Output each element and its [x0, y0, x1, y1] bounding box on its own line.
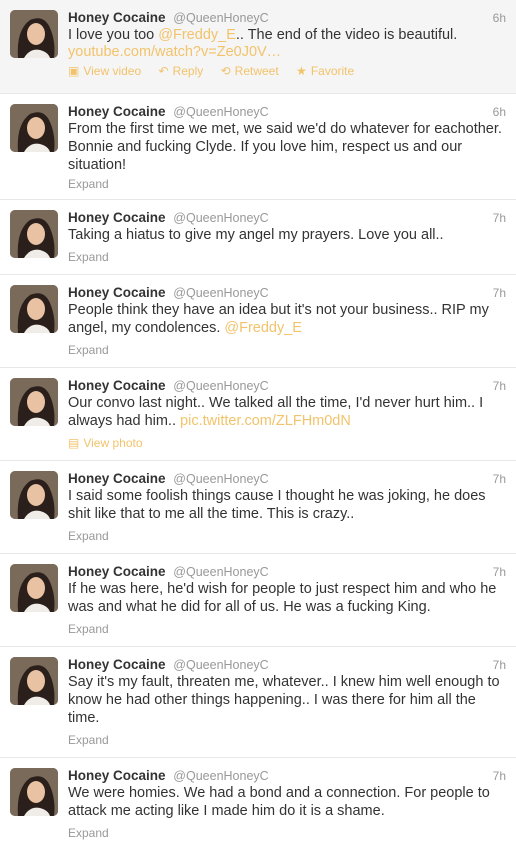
- reply-label: Reply: [172, 64, 204, 78]
- view-photo-label: View photo: [83, 436, 143, 450]
- tweet-header: Honey Cocaine @QueenHoneyC 7h: [68, 767, 506, 785]
- tweet[interactable]: Honey Cocaine @QueenHoneyC 6h From the f…: [0, 94, 516, 200]
- tweet-text: If he was here, he'd wish for people to …: [68, 581, 497, 615]
- user-name[interactable]: Honey Cocaine: [68, 104, 166, 119]
- user-handle[interactable]: @QueenHoneyC: [173, 286, 268, 300]
- timestamp[interactable]: 7h: [493, 767, 506, 785]
- avatar[interactable]: [10, 378, 58, 426]
- timestamp[interactable]: 7h: [493, 284, 506, 302]
- favorite-button[interactable]: ★ Favorite: [296, 64, 354, 78]
- tweet-text: Our convo last night.. We talked all the…: [68, 394, 506, 430]
- tweet-text: I said some foolish things cause I thoug…: [68, 488, 486, 522]
- reply-icon: ↶: [158, 64, 169, 78]
- user-name[interactable]: Honey Cocaine: [68, 210, 166, 225]
- avatar[interactable]: [10, 768, 58, 816]
- user-handle[interactable]: @QueenHoneyC: [173, 379, 268, 393]
- avatar[interactable]: [10, 10, 58, 58]
- user-name[interactable]: Honey Cocaine: [68, 378, 166, 393]
- photo-icon: ▤: [68, 436, 80, 450]
- timestamp[interactable]: 7h: [493, 470, 506, 488]
- tweet-text: We were homies. We had a bond and a conn…: [68, 785, 490, 819]
- avatar[interactable]: [10, 210, 58, 258]
- retweet-button[interactable]: ⟲ Retweet: [221, 64, 279, 78]
- expand-button[interactable]: Expand: [68, 528, 109, 544]
- expand-button[interactable]: Expand: [68, 342, 109, 358]
- view-video-label: View video: [83, 64, 142, 78]
- user-name[interactable]: Honey Cocaine: [68, 285, 166, 300]
- tweet[interactable]: Honey Cocaine @QueenHoneyC 7h People thi…: [0, 275, 516, 368]
- user-name[interactable]: Honey Cocaine: [68, 657, 166, 672]
- tweet-header: Honey Cocaine @QueenHoneyC 7h: [68, 470, 506, 488]
- pic-link[interactable]: pic.twitter.com/ZLFHm0dN: [180, 413, 351, 429]
- tweet[interactable]: Honey Cocaine @QueenHoneyC 7h Taking a h…: [0, 200, 516, 275]
- mention-link[interactable]: @Freddy_E: [158, 27, 236, 43]
- tweet[interactable]: Honey Cocaine @QueenHoneyC 6h I love you…: [0, 0, 516, 94]
- tweet[interactable]: Honey Cocaine @QueenHoneyC 7h Say it's m…: [0, 647, 516, 758]
- video-icon: ▣: [68, 64, 80, 78]
- tweet-header: Honey Cocaine @QueenHoneyC 7h: [68, 563, 506, 581]
- avatar[interactable]: [10, 104, 58, 152]
- user-name[interactable]: Honey Cocaine: [68, 768, 166, 783]
- favorite-icon: ★: [296, 64, 307, 78]
- view-photo-button[interactable]: ▤ View photo: [68, 435, 143, 451]
- user-name[interactable]: Honey Cocaine: [68, 471, 166, 486]
- tweet[interactable]: Honey Cocaine @QueenHoneyC 7h We were ho…: [0, 758, 516, 847]
- timestamp[interactable]: 7h: [493, 563, 506, 581]
- tweet-text: From the first time we met, we said we'd…: [68, 121, 502, 173]
- user-handle[interactable]: @QueenHoneyC: [173, 105, 268, 119]
- expand-button[interactable]: Expand: [68, 176, 109, 192]
- avatar[interactable]: [10, 564, 58, 612]
- view-video-button[interactable]: ▣ View video: [68, 64, 141, 78]
- expand-button[interactable]: Expand: [68, 732, 109, 748]
- tweet[interactable]: Honey Cocaine @QueenHoneyC 7h If he was …: [0, 554, 516, 647]
- timestamp[interactable]: 6h: [493, 9, 506, 27]
- expand-button[interactable]: Expand: [68, 621, 109, 637]
- tweet-header: Honey Cocaine @QueenHoneyC 7h: [68, 284, 506, 302]
- user-handle[interactable]: @QueenHoneyC: [173, 769, 268, 783]
- timestamp[interactable]: 6h: [493, 103, 506, 121]
- tweet-header: Honey Cocaine @QueenHoneyC 7h: [68, 209, 506, 227]
- favorite-label: Favorite: [310, 64, 355, 78]
- reply-button[interactable]: ↶ Reply: [159, 64, 204, 78]
- user-handle[interactable]: @QueenHoneyC: [173, 211, 268, 225]
- tweet[interactable]: Honey Cocaine @QueenHoneyC 7h Our convo …: [0, 368, 516, 461]
- tweet-url[interactable]: youtube.com/watch?v=Ze0J0V…: [68, 44, 281, 60]
- youtube-link[interactable]: youtube.com/watch?v=Ze0J0V…: [68, 44, 281, 60]
- user-handle[interactable]: @QueenHoneyC: [173, 565, 268, 579]
- tweet-text-part: I love you too: [68, 27, 159, 43]
- tweet-header: Honey Cocaine @QueenHoneyC 6h: [68, 103, 506, 121]
- avatar[interactable]: [10, 471, 58, 519]
- tweet-header: Honey Cocaine @QueenHoneyC 7h: [68, 377, 506, 395]
- retweet-label: Retweet: [234, 64, 279, 78]
- tweet-actions: ▣ View video ↶ Reply ⟲ Retweet ★ Favorite: [68, 63, 368, 79]
- expand-button[interactable]: Expand: [68, 825, 109, 841]
- mention-link[interactable]: @Freddy_E: [224, 320, 302, 336]
- timestamp[interactable]: 7h: [493, 656, 506, 674]
- tweet-header: Honey Cocaine @QueenHoneyC 6h: [68, 9, 506, 27]
- user-handle[interactable]: @QueenHoneyC: [173, 472, 268, 486]
- tweet-text-part: .. The end of the video is beautiful.: [235, 27, 458, 43]
- user-handle[interactable]: @QueenHoneyC: [173, 658, 268, 672]
- retweet-icon: ⟲: [220, 64, 231, 78]
- avatar[interactable]: [10, 285, 58, 333]
- tweet-text: Taking a hiatus to give my angel my pray…: [68, 227, 444, 243]
- timestamp[interactable]: 7h: [493, 209, 506, 227]
- tweet-text: I love you too @Freddy_E.. The end of th…: [68, 26, 506, 44]
- timestamp[interactable]: 7h: [493, 377, 506, 395]
- tweet-text: People think they have an idea but it's …: [68, 301, 506, 337]
- tweet[interactable]: Honey Cocaine @QueenHoneyC 7h I said som…: [0, 461, 516, 554]
- expand-button[interactable]: Expand: [68, 249, 109, 265]
- user-handle[interactable]: @QueenHoneyC: [173, 11, 268, 25]
- user-name[interactable]: Honey Cocaine: [68, 564, 166, 579]
- tweet-text: Say it's my fault, threaten me, whatever…: [68, 674, 500, 726]
- tweet-header: Honey Cocaine @QueenHoneyC 7h: [68, 656, 506, 674]
- user-name[interactable]: Honey Cocaine: [68, 10, 166, 25]
- avatar[interactable]: [10, 657, 58, 705]
